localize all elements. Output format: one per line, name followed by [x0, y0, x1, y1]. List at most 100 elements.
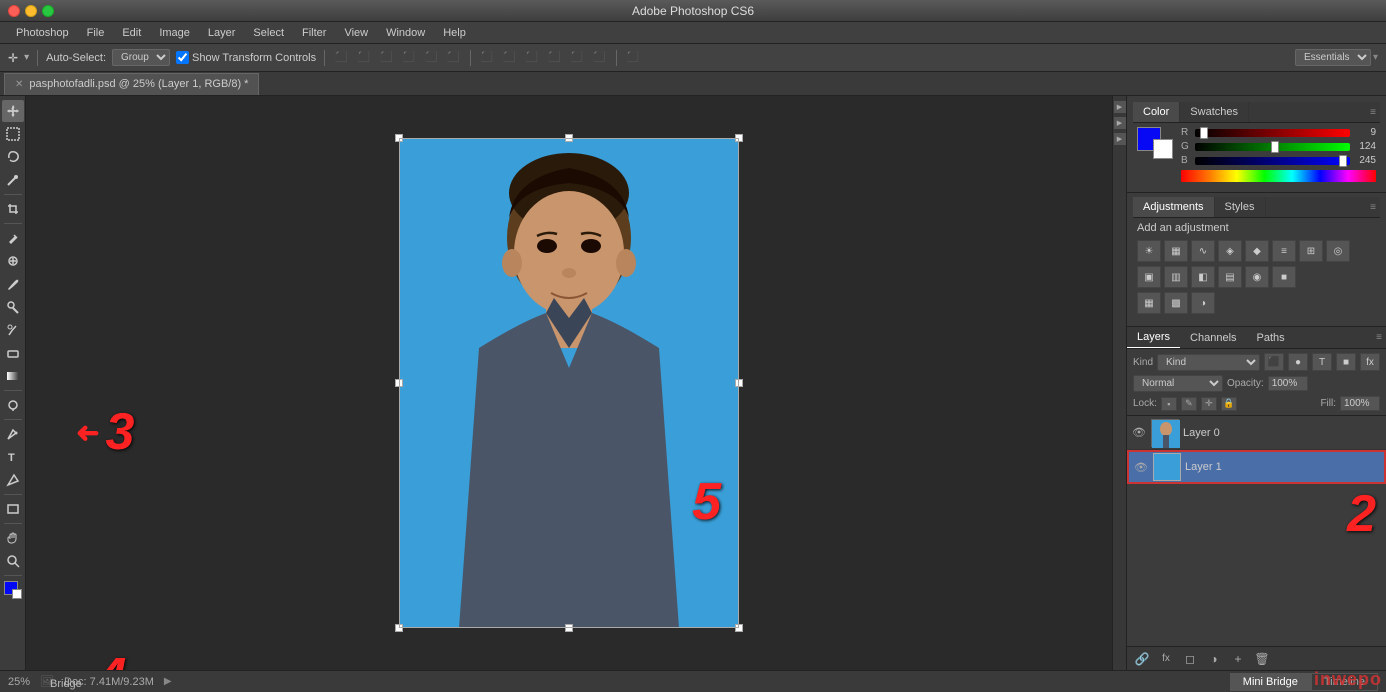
background-swatch[interactable]: [1153, 139, 1173, 159]
align-left-icon[interactable]: ⬛: [400, 52, 416, 63]
tab-close-icon[interactable]: ✕: [15, 79, 23, 90]
fill-input[interactable]: [1340, 396, 1380, 411]
panel-icon-3[interactable]: ▶: [1114, 133, 1126, 145]
spot-healing-tool[interactable]: [2, 250, 24, 272]
adj-exposure-icon[interactable]: ◈: [1218, 240, 1242, 262]
menu-photoshop[interactable]: Photoshop: [8, 25, 77, 41]
path-selection-tool[interactable]: [2, 469, 24, 491]
adj-threshold-icon[interactable]: ◧: [1191, 266, 1215, 288]
eyedropper-tool[interactable]: [2, 227, 24, 249]
menu-view[interactable]: View: [336, 25, 376, 41]
layer-filter-btn-4[interactable]: ■: [1336, 353, 1356, 371]
menu-image[interactable]: Image: [151, 25, 198, 41]
gradient-tool[interactable]: [2, 365, 24, 387]
r-slider[interactable]: [1195, 129, 1350, 137]
layer-1-visibility[interactable]: 👁: [1133, 461, 1149, 474]
magic-wand-tool[interactable]: [2, 169, 24, 191]
foreground-color[interactable]: [2, 579, 24, 601]
essentials-dropdown[interactable]: Essentials: [1295, 49, 1371, 66]
show-transform-checkbox[interactable]: [176, 51, 189, 64]
pen-tool[interactable]: [2, 423, 24, 445]
type-tool[interactable]: T: [2, 446, 24, 468]
transform-handle-bl[interactable]: [395, 624, 403, 632]
color-panel-collapse[interactable]: ≡: [1366, 105, 1380, 120]
transform-handle-tr[interactable]: [735, 134, 743, 142]
dodge-tool[interactable]: [2, 394, 24, 416]
adj-vibrance-icon[interactable]: ◆: [1245, 240, 1269, 262]
opacity-input[interactable]: [1268, 376, 1308, 391]
layer-item-1[interactable]: 👁 Layer 1: [1127, 450, 1386, 484]
tab-adjustments[interactable]: Adjustments: [1133, 197, 1215, 217]
new-layer-btn[interactable]: +: [1229, 650, 1247, 668]
hand-tool[interactable]: [2, 527, 24, 549]
layer-style-btn[interactable]: fx: [1157, 650, 1175, 668]
panel-icon-1[interactable]: ▶: [1114, 101, 1126, 113]
lock-pixels-icon[interactable]: ✎: [1181, 397, 1197, 411]
align-horizontal-center-icon[interactable]: ⬛: [423, 52, 439, 63]
menu-filter[interactable]: Filter: [294, 25, 334, 41]
b-thumb[interactable]: [1339, 155, 1347, 167]
rectangle-tool[interactable]: [2, 498, 24, 520]
adj-color-balance-icon[interactable]: ⊞: [1299, 240, 1323, 262]
lasso-tool[interactable]: [2, 146, 24, 168]
layer-item-0[interactable]: 👁 Layer 0: [1127, 416, 1386, 450]
align-top-icon[interactable]: ⬛: [333, 52, 349, 63]
tab-color[interactable]: Color: [1133, 102, 1180, 122]
align-bottom-icon[interactable]: ⬛: [378, 52, 394, 63]
adj-curves-icon[interactable]: ∿: [1191, 240, 1215, 262]
transform-handle-ml[interactable]: [395, 379, 403, 387]
document-tab[interactable]: ✕ pasphotofadli.psd @ 25% (Layer 1, RGB/…: [4, 73, 259, 95]
distribute-icon-5[interactable]: ⬛: [569, 52, 585, 63]
crop-tool[interactable]: [2, 198, 24, 220]
fg-bg-swatches[interactable]: [1137, 127, 1173, 159]
delete-layer-btn[interactable]: 🗑: [1253, 650, 1271, 668]
layer-filter-btn-2[interactable]: ●: [1288, 353, 1308, 371]
g-thumb[interactable]: [1271, 141, 1279, 153]
b-slider[interactable]: [1195, 157, 1350, 165]
history-brush-tool[interactable]: [2, 319, 24, 341]
menu-file[interactable]: File: [79, 25, 113, 41]
adj-panel-collapse[interactable]: ≡: [1366, 200, 1380, 215]
timeline-tab[interactable]: Timeline: [1311, 673, 1378, 691]
adj-invert-icon[interactable]: ▣: [1137, 266, 1161, 288]
adj-photo-filter-icon[interactable]: ◎: [1326, 240, 1350, 262]
g-slider[interactable]: [1195, 143, 1350, 151]
adj-levels-icon[interactable]: ▦: [1164, 240, 1188, 262]
adj-pattern-fill-icon[interactable]: ▩: [1164, 292, 1188, 314]
transform-handle-tl[interactable]: [395, 134, 403, 142]
layer-0-visibility[interactable]: 👁: [1131, 426, 1147, 439]
adj-solid-color-icon[interactable]: ■: [1272, 266, 1296, 288]
arrange-icon[interactable]: ⬛: [625, 52, 641, 63]
align-vertical-center-icon[interactable]: ⬛: [356, 52, 372, 63]
tab-swatches[interactable]: Swatches: [1180, 102, 1249, 122]
adj-posterize-icon[interactable]: ▥: [1164, 266, 1188, 288]
transform-handle-bm[interactable]: [565, 624, 573, 632]
transform-handle-tm[interactable]: [565, 134, 573, 142]
align-right-icon[interactable]: ⬛: [445, 52, 461, 63]
menu-select[interactable]: Select: [245, 25, 292, 41]
tab-paths[interactable]: Paths: [1247, 328, 1295, 348]
tab-layers[interactable]: Layers: [1127, 327, 1180, 348]
blend-mode-select[interactable]: Normal: [1133, 375, 1223, 392]
layers-panel-collapse[interactable]: ≡: [1372, 330, 1386, 345]
lock-position-icon[interactable]: ✛: [1201, 397, 1217, 411]
layer-mask-btn[interactable]: ◻: [1181, 650, 1199, 668]
r-thumb[interactable]: [1200, 127, 1208, 139]
zoom-tool[interactable]: [2, 550, 24, 572]
layer-filter-btn-3[interactable]: T: [1312, 353, 1332, 371]
color-spectrum[interactable]: [1181, 170, 1376, 182]
adj-gradient-fill-icon[interactable]: ▦: [1137, 292, 1161, 314]
marquee-tool[interactable]: [2, 123, 24, 145]
panel-icon-2[interactable]: ▶: [1114, 117, 1126, 129]
doc-info-arrow[interactable]: ▶: [164, 676, 172, 687]
distribute-icon-1[interactable]: ⬛: [479, 52, 495, 63]
tab-styles[interactable]: Styles: [1215, 197, 1266, 217]
adj-brightness-icon[interactable]: ☀: [1137, 240, 1161, 262]
distribute-icon-6[interactable]: ⬛: [591, 52, 607, 63]
transform-handle-br[interactable]: [735, 624, 743, 632]
clone-stamp-tool[interactable]: [2, 296, 24, 318]
lock-transparent-icon[interactable]: ▪: [1161, 397, 1177, 411]
distribute-icon-4[interactable]: ⬛: [546, 52, 562, 63]
distribute-icon-2[interactable]: ⬛: [501, 52, 517, 63]
eraser-tool[interactable]: [2, 342, 24, 364]
